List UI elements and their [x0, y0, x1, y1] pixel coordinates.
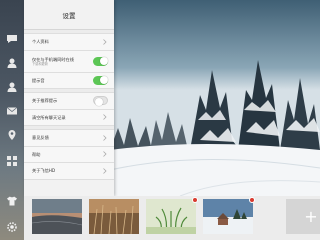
settings-title: 设置	[24, 0, 114, 30]
settings-row-recommend[interactable]: 关于推荐提示	[24, 93, 114, 110]
grid-icon[interactable]	[3, 152, 21, 170]
row-sublabel: 下载和更新	[32, 61, 48, 66]
row-label: 关于推荐提示	[32, 98, 58, 104]
gear-icon[interactable]	[3, 218, 21, 236]
recommend-toggle[interactable]	[93, 96, 108, 106]
plus-icon: +	[304, 207, 318, 226]
row-label-text: 仅在与手机端同时在线	[32, 56, 74, 62]
settings-panel: 设置 个人资料 仅在与手机端同时在线 下载和更新 提示音 关于推荐提示 清空所有…	[24, 0, 114, 196]
shirt-icon[interactable]	[3, 192, 21, 210]
snow-house-thumb[interactable]	[203, 197, 255, 234]
settings-row-help[interactable]: 帮助	[24, 146, 114, 163]
settings-row-clear-history[interactable]: 清空所有聊天记录	[24, 109, 114, 126]
delete-badge[interactable]	[249, 197, 255, 203]
settings-row-profile[interactable]: 个人资料	[24, 34, 114, 51]
chat-icon[interactable]	[3, 30, 21, 48]
settings-row-about[interactable]: 关于飞信HD	[24, 163, 114, 180]
chevron-right-icon	[102, 114, 108, 121]
left-nav-strip	[0, 0, 24, 240]
contact-icon[interactable]	[3, 78, 21, 96]
green-plant-thumb[interactable]	[146, 197, 198, 235]
chevron-right-icon	[102, 167, 108, 174]
settings-row-sync-online[interactable]: 仅在与手机端同时在线 下载和更新	[24, 50, 114, 73]
sync-online-toggle[interactable]	[93, 56, 108, 66]
row-label: 关于飞信HD	[32, 168, 56, 174]
row-label: 清空所有聊天记录	[32, 114, 66, 120]
delete-badge[interactable]	[192, 197, 198, 203]
chevron-right-icon	[102, 134, 108, 141]
sound-toggle[interactable]	[93, 75, 108, 85]
chevron-right-icon	[102, 38, 108, 45]
row-label: 意见反馈	[32, 135, 49, 141]
settings-row-feedback[interactable]: 意见反馈	[24, 130, 114, 147]
contact-icon[interactable]	[3, 54, 21, 72]
row-label: 帮助	[32, 151, 41, 157]
settings-row-sound[interactable]: 提示音	[24, 72, 114, 89]
chevron-right-icon	[102, 151, 108, 158]
wallpaper-picker-bar: +	[24, 196, 320, 240]
lake-sunset-thumb[interactable]	[31, 199, 83, 234]
reeds-thumb[interactable]	[89, 199, 139, 235]
row-label: 仅在与手机端同时在线 下载和更新	[32, 57, 93, 66]
add-wallpaper-button[interactable]: +	[286, 199, 320, 234]
message-icon[interactable]	[3, 102, 21, 120]
row-label: 提示音	[32, 77, 45, 83]
location-icon[interactable]	[3, 126, 21, 144]
row-label: 个人资料	[32, 39, 49, 45]
